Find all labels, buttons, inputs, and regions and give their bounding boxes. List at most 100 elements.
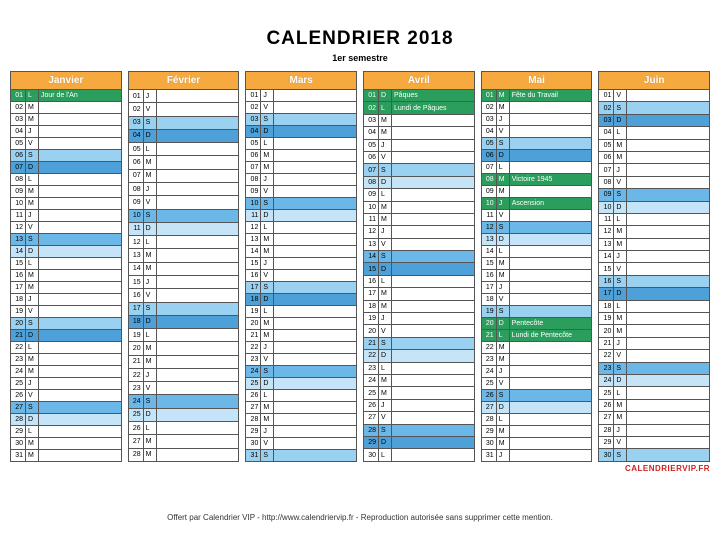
day-event: [509, 210, 592, 222]
day-row: 27V: [364, 412, 475, 424]
day-number: 10: [11, 198, 26, 210]
day-event: [156, 408, 239, 421]
day-of-week: D: [261, 378, 274, 390]
day-number: 20: [599, 325, 614, 337]
day-row: 02M: [11, 102, 122, 114]
day-number: 31: [481, 450, 496, 462]
day-number: 05: [128, 143, 143, 156]
day-row: 07M: [246, 162, 357, 174]
day-number: 18: [481, 294, 496, 306]
day-event: [156, 90, 239, 103]
day-row: 08L: [11, 174, 122, 186]
day-event: [509, 306, 592, 318]
day-row: 14D: [11, 246, 122, 258]
day-row: 28L: [481, 414, 592, 426]
day-of-week: M: [496, 174, 509, 186]
day-event: [392, 139, 475, 151]
day-of-week: D: [379, 436, 392, 448]
day-number: 09: [599, 189, 614, 201]
day-of-week: L: [26, 174, 39, 186]
day-row: 26L: [128, 422, 239, 435]
day-row: 05M: [599, 139, 710, 151]
day-number: 12: [481, 222, 496, 234]
day-of-week: L: [614, 387, 627, 399]
day-row: 15J: [128, 275, 239, 288]
month-table: Février01J02V03S04D05L06M07M08J09V10S11D…: [128, 71, 240, 462]
day-row: 18J: [11, 294, 122, 306]
day-row: 29L: [11, 426, 122, 438]
day-row: 30M: [481, 438, 592, 450]
day-row: 02V: [128, 103, 239, 116]
day-row: 28J: [599, 424, 710, 436]
day-row: 27S: [11, 402, 122, 414]
day-of-week: M: [143, 262, 156, 275]
day-of-week: J: [261, 342, 274, 354]
day-event: [627, 139, 710, 151]
day-of-week: V: [143, 103, 156, 116]
day-row: 16V: [128, 289, 239, 302]
day-row: 09V: [128, 196, 239, 209]
day-row: 03M: [364, 114, 475, 126]
day-number: 28: [128, 448, 143, 461]
day-number: 08: [11, 174, 26, 186]
day-number: 02: [246, 102, 261, 114]
day-event: [392, 325, 475, 337]
day-event: [156, 289, 239, 302]
day-number: 10: [481, 198, 496, 210]
day-of-week: J: [379, 399, 392, 411]
day-event: [156, 143, 239, 156]
day-number: 25: [481, 378, 496, 390]
day-number: 22: [364, 350, 379, 362]
day-event: [156, 302, 239, 315]
day-row: 21J: [599, 337, 710, 349]
day-event: [509, 162, 592, 174]
day-of-week: D: [261, 210, 274, 222]
day-row: 10S: [128, 209, 239, 222]
day-number: 25: [599, 387, 614, 399]
day-event: [509, 150, 592, 162]
day-row: 11M: [364, 213, 475, 225]
day-of-week: D: [261, 294, 274, 306]
day-row: 22L: [11, 342, 122, 354]
day-row: 25D: [246, 378, 357, 390]
day-event: [39, 306, 122, 318]
day-row: 11V: [481, 210, 592, 222]
day-event: [509, 282, 592, 294]
day-event: [274, 282, 357, 294]
day-event: [509, 258, 592, 270]
day-of-week: L: [496, 246, 509, 258]
day-event: [627, 263, 710, 275]
day-event: [509, 126, 592, 138]
day-event: [509, 426, 592, 438]
day-row: 29M: [481, 426, 592, 438]
day-row: 22M: [481, 342, 592, 354]
day-number: 21: [599, 337, 614, 349]
day-of-week: D: [496, 234, 509, 246]
day-of-week: M: [143, 448, 156, 461]
day-number: 09: [246, 186, 261, 198]
day-number: 21: [246, 330, 261, 342]
day-row: 06S: [11, 150, 122, 162]
day-of-week: J: [261, 90, 274, 102]
day-of-week: S: [26, 150, 39, 162]
day-number: 03: [128, 116, 143, 129]
day-row: 30L: [364, 449, 475, 462]
day-of-week: D: [143, 222, 156, 235]
day-of-week: L: [261, 306, 274, 318]
day-row: 13D: [481, 234, 592, 246]
day-row: 04D: [246, 126, 357, 138]
day-row: 05L: [128, 143, 239, 156]
day-event: [392, 362, 475, 374]
day-number: 01: [364, 90, 379, 102]
day-of-week: J: [496, 366, 509, 378]
day-of-week: M: [261, 330, 274, 342]
day-number: 01: [246, 90, 261, 102]
day-event: [509, 114, 592, 126]
day-event: [156, 448, 239, 461]
day-event: [627, 436, 710, 448]
day-number: 26: [364, 399, 379, 411]
day-event: [39, 150, 122, 162]
day-row: 17M: [364, 288, 475, 300]
day-number: 21: [481, 330, 496, 342]
day-event: [627, 151, 710, 163]
